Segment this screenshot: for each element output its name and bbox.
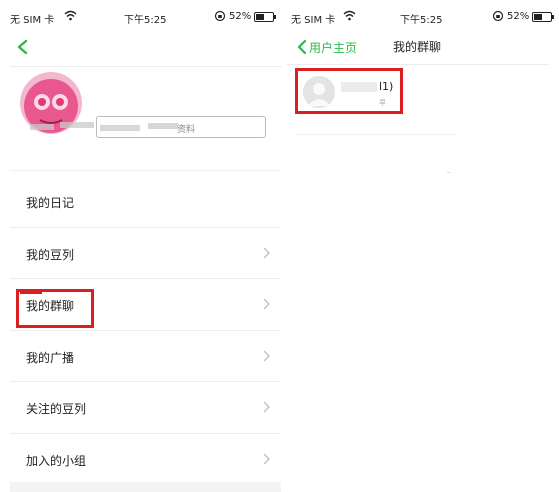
- page-title: 我的群聊: [393, 40, 442, 54]
- menu-item-label: 我的豆列: [26, 247, 75, 262]
- chevron-right-icon: [263, 246, 271, 259]
- screen-group-chats: 无 SIM 卡 下午5:25 52% 用户主页 我的群聊 l1) 早: [287, 0, 559, 492]
- chevron-right-icon: [263, 452, 271, 465]
- group-avatar: [303, 76, 335, 108]
- menu-item-label: 我的日记: [26, 196, 75, 210]
- redacted-group-name: [341, 82, 377, 92]
- nav-divider: [287, 64, 549, 65]
- menu-item-broadcasts[interactable]: 我的广播: [10, 331, 281, 382]
- menu-item-doulists[interactable]: 我的豆列: [10, 228, 281, 279]
- screen-profile: 无 SIM 卡 下午5:25 52% 资料 我的日记 我的豆列 我的群聊 我的广…: [0, 0, 281, 492]
- menu-item-group-chats[interactable]: 我的群聊: [10, 279, 281, 331]
- bottom-strip: [10, 482, 281, 492]
- rotation-lock-icon: [214, 10, 226, 22]
- group-chat-row[interactable]: l1) 早: [297, 68, 409, 114]
- edit-profile-button[interactable]: 资料: [96, 116, 266, 138]
- chevron-right-icon: [263, 349, 271, 362]
- wifi-icon: [64, 10, 77, 21]
- battery-icon: [532, 12, 554, 22]
- row-divider: [297, 134, 457, 135]
- speck: [447, 172, 450, 173]
- wifi-icon: [343, 10, 356, 21]
- status-time: 下午5:25: [124, 15, 167, 26]
- back-label: 用户主页: [309, 41, 358, 55]
- chevron-right-icon: [263, 401, 271, 413]
- back-chevron-icon[interactable]: [14, 38, 32, 56]
- nav-divider: [10, 66, 281, 67]
- back-chevron-icon: [297, 39, 307, 55]
- group-subtitle: 早: [379, 99, 386, 107]
- rotation-lock-icon: [492, 10, 504, 22]
- default-avatar-icon: [303, 76, 335, 108]
- section-divider: [10, 170, 281, 171]
- battery-percent: 52%: [229, 11, 252, 22]
- status-time: 下午5:25: [400, 15, 443, 26]
- profile-menu: 我的日记 我的豆列 我的群聊 我的广播 关注的豆列 加入的小组: [10, 176, 281, 485]
- menu-item-diary[interactable]: 我的日记: [10, 176, 281, 228]
- chevron-right-icon: [263, 298, 271, 310]
- menu-item-joined-groups[interactable]: 加入的小组: [10, 434, 281, 485]
- menu-item-label: 我的群聊: [26, 299, 75, 313]
- status-bar: 无 SIM 卡 下午5:25 52%: [287, 0, 559, 34]
- battery-percent: 52%: [507, 11, 530, 22]
- battery-icon: [254, 12, 276, 22]
- menu-item-label: 我的广播: [26, 350, 75, 365]
- annotation-tab: [20, 289, 42, 294]
- edit-profile-label: 资料: [177, 125, 196, 135]
- carrier-label: 无 SIM 卡: [10, 15, 55, 26]
- carrier-label: 无 SIM 卡: [291, 15, 336, 26]
- menu-item-label: 关注的豆列: [26, 402, 87, 416]
- menu-item-label: 加入的小组: [26, 453, 87, 468]
- menu-item-followed-doulists[interactable]: 关注的豆列: [10, 382, 281, 434]
- group-name: l1): [379, 80, 394, 93]
- status-bar: 无 SIM 卡 下午5:25 52%: [0, 0, 281, 34]
